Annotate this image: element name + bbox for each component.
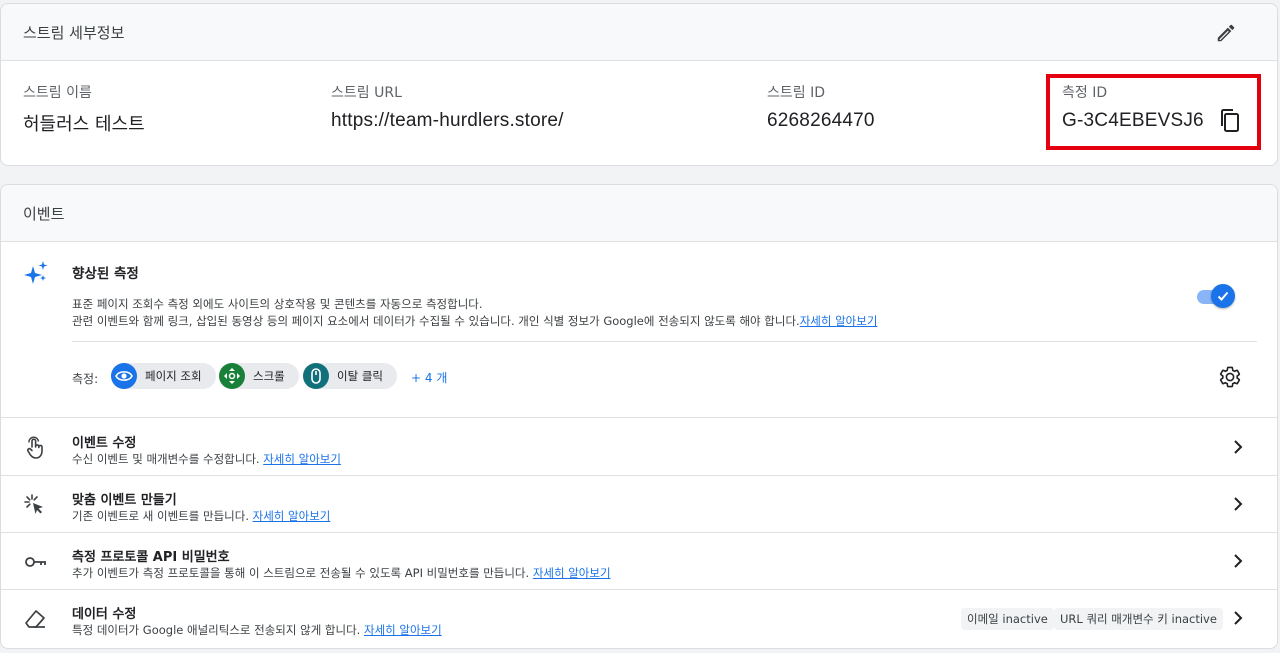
events-header: 이벤트 (1, 185, 1277, 242)
stream-url-value: https://team-hurdlers.store/ (331, 110, 564, 131)
row-data-redaction-desc: 특정 데이터가 Google 애널리틱스로 전송되지 않게 합니다. 자세히 알… (72, 622, 442, 638)
enhanced-measurement-toggle[interactable] (1197, 283, 1235, 309)
row-mp-api-secret-desc: 추가 이벤트가 측정 프로토콜을 통해 이 스트림으로 전송될 수 있도록 AP… (72, 565, 611, 581)
eye-icon (111, 363, 137, 389)
click-sparkle-icon (24, 494, 43, 514)
stream-name-field: 스트림 이름 허들러스 테스트 (23, 82, 145, 136)
stream-name-value: 허들러스 테스트 (23, 114, 145, 135)
stream-details-header: 스트림 세부정보 (1, 4, 1277, 61)
row-create-custom-event-desc-text: 기존 이벤트로 새 이벤트를 만듭니다. (72, 509, 249, 523)
stream-url-field: 스트림 URL https://team-hurdlers.store/ (331, 82, 564, 132)
chip-outbound-click[interactable]: 이탈 클릭 (303, 363, 397, 389)
enhanced-desc-line2: 관련 이벤트와 함께 링크, 삽입된 동영상 등의 페이지 요소에서 데이터가 … (72, 313, 877, 330)
stream-details-card: 스트림 세부정보 스트림 이름 허들러스 테스트 스트림 URL https:/… (0, 3, 1278, 166)
enhanced-divider (72, 341, 1257, 342)
stream-details-title: 스트림 세부정보 (23, 23, 125, 42)
enhanced-learn-more-link[interactable]: 자세히 알아보기 (800, 314, 878, 328)
gear-icon[interactable] (1218, 365, 1242, 389)
more-measurements-link[interactable]: + 4 개 (411, 369, 447, 386)
stream-url-label: 스트림 URL (331, 85, 402, 101)
row-modify-events-learn-more[interactable]: 자세히 알아보기 (263, 452, 341, 466)
row-data-redaction-learn-more[interactable]: 자세히 알아보기 (364, 623, 442, 637)
row-data-redaction[interactable]: 데이터 수정 특정 데이터가 Google 애널리틱스로 전송되지 않게 합니다… (1, 590, 1277, 647)
chevron-right-icon (1234, 440, 1243, 454)
enhanced-measurement-title: 향상된 측정 (72, 266, 139, 282)
url-query-status-badge: URL 쿼리 매개변수 키 inactive (1054, 608, 1223, 630)
enhanced-desc-line1: 표준 페이지 조회수 측정 외에도 사이트의 상호작용 및 콘텐츠를 자동으로 … (72, 297, 483, 311)
sparkle-icon (24, 261, 48, 284)
touch-icon (27, 436, 43, 459)
row-create-custom-event-learn-more[interactable]: 자세히 알아보기 (253, 509, 331, 523)
pencil-icon[interactable] (1215, 22, 1237, 44)
chip-scroll[interactable]: 스크롤 (219, 363, 299, 389)
enhanced-measurement-section: 향상된 측정 표준 페이지 조회수 측정 외에도 사이트의 상호작용 및 콘텐츠… (1, 243, 1277, 418)
row-create-custom-event[interactable]: 맞춤 이벤트 만들기 기존 이벤트로 새 이벤트를 만듭니다. 자세히 알아보기 (1, 476, 1277, 533)
row-modify-events-title: 이벤트 수정 (72, 436, 137, 451)
row-mp-api-secret-title: 측정 프로토콜 API 비밀번호 (72, 550, 230, 565)
events-card: 이벤트 향상된 측정 표준 페이지 조회수 측정 외에도 사이트의 상호작용 및… (0, 184, 1278, 649)
enhanced-desc-line2-text: 관련 이벤트와 함께 링크, 삽입된 동영상 등의 페이지 요소에서 데이터가 … (72, 314, 800, 328)
chevron-right-icon (1234, 611, 1243, 625)
toggle-knob (1211, 284, 1235, 308)
chip-page-view-label: 페이지 조회 (145, 369, 202, 383)
key-icon (25, 557, 46, 567)
chip-page-view[interactable]: 페이지 조회 (111, 363, 216, 389)
stream-id-field: 스트림 ID 6268264470 (767, 82, 875, 132)
row-mp-api-secret-learn-more[interactable]: 자세히 알아보기 (533, 566, 611, 580)
chevron-right-icon (1234, 554, 1243, 568)
chip-scroll-label: 스크롤 (253, 369, 285, 383)
row-data-redaction-desc-text: 특정 데이터가 Google 애널리틱스로 전송되지 않게 합니다. (72, 623, 361, 637)
row-measurement-protocol-api-secret[interactable]: 측정 프로토콜 API 비밀번호 추가 이벤트가 측정 프로토콜을 통해 이 스… (1, 533, 1277, 590)
copy-icon[interactable] (1218, 108, 1242, 134)
chevron-right-icon (1234, 497, 1243, 511)
row-create-custom-event-desc: 기존 이벤트로 새 이벤트를 만듭니다. 자세히 알아보기 (72, 508, 330, 524)
mouse-icon (303, 363, 329, 389)
row-create-custom-event-title: 맞춤 이벤트 만들기 (72, 493, 177, 508)
row-data-redaction-title: 데이터 수정 (72, 607, 137, 622)
eraser-icon (25, 610, 45, 628)
email-status-badge: 이메일 inactive (961, 608, 1054, 630)
stream-id-label: 스트림 ID (767, 85, 825, 101)
check-icon (1217, 291, 1229, 301)
stream-id-value: 6268264470 (767, 110, 875, 131)
enhanced-measurement-description: 표준 페이지 조회수 측정 외에도 사이트의 상호작용 및 콘텐츠를 자동으로 … (72, 296, 877, 330)
row-modify-events[interactable]: 이벤트 수정 수신 이벤트 및 매개변수를 수정합니다. 자세히 알아보기 (1, 419, 1277, 476)
row-modify-events-desc: 수신 이벤트 및 매개변수를 수정합니다. 자세히 알아보기 (72, 451, 341, 467)
measurement-label: 측정: (72, 372, 99, 386)
stream-name-label: 스트림 이름 (23, 85, 92, 101)
chip-outbound-click-label: 이탈 클릭 (337, 369, 383, 383)
scroll-arrows-icon (219, 363, 245, 389)
row-mp-api-secret-desc-text: 추가 이벤트가 측정 프로토콜을 통해 이 스트림으로 전송될 수 있도록 AP… (72, 566, 530, 580)
row-modify-events-desc-text: 수신 이벤트 및 매개변수를 수정합니다. (72, 452, 260, 466)
events-title: 이벤트 (23, 204, 65, 223)
